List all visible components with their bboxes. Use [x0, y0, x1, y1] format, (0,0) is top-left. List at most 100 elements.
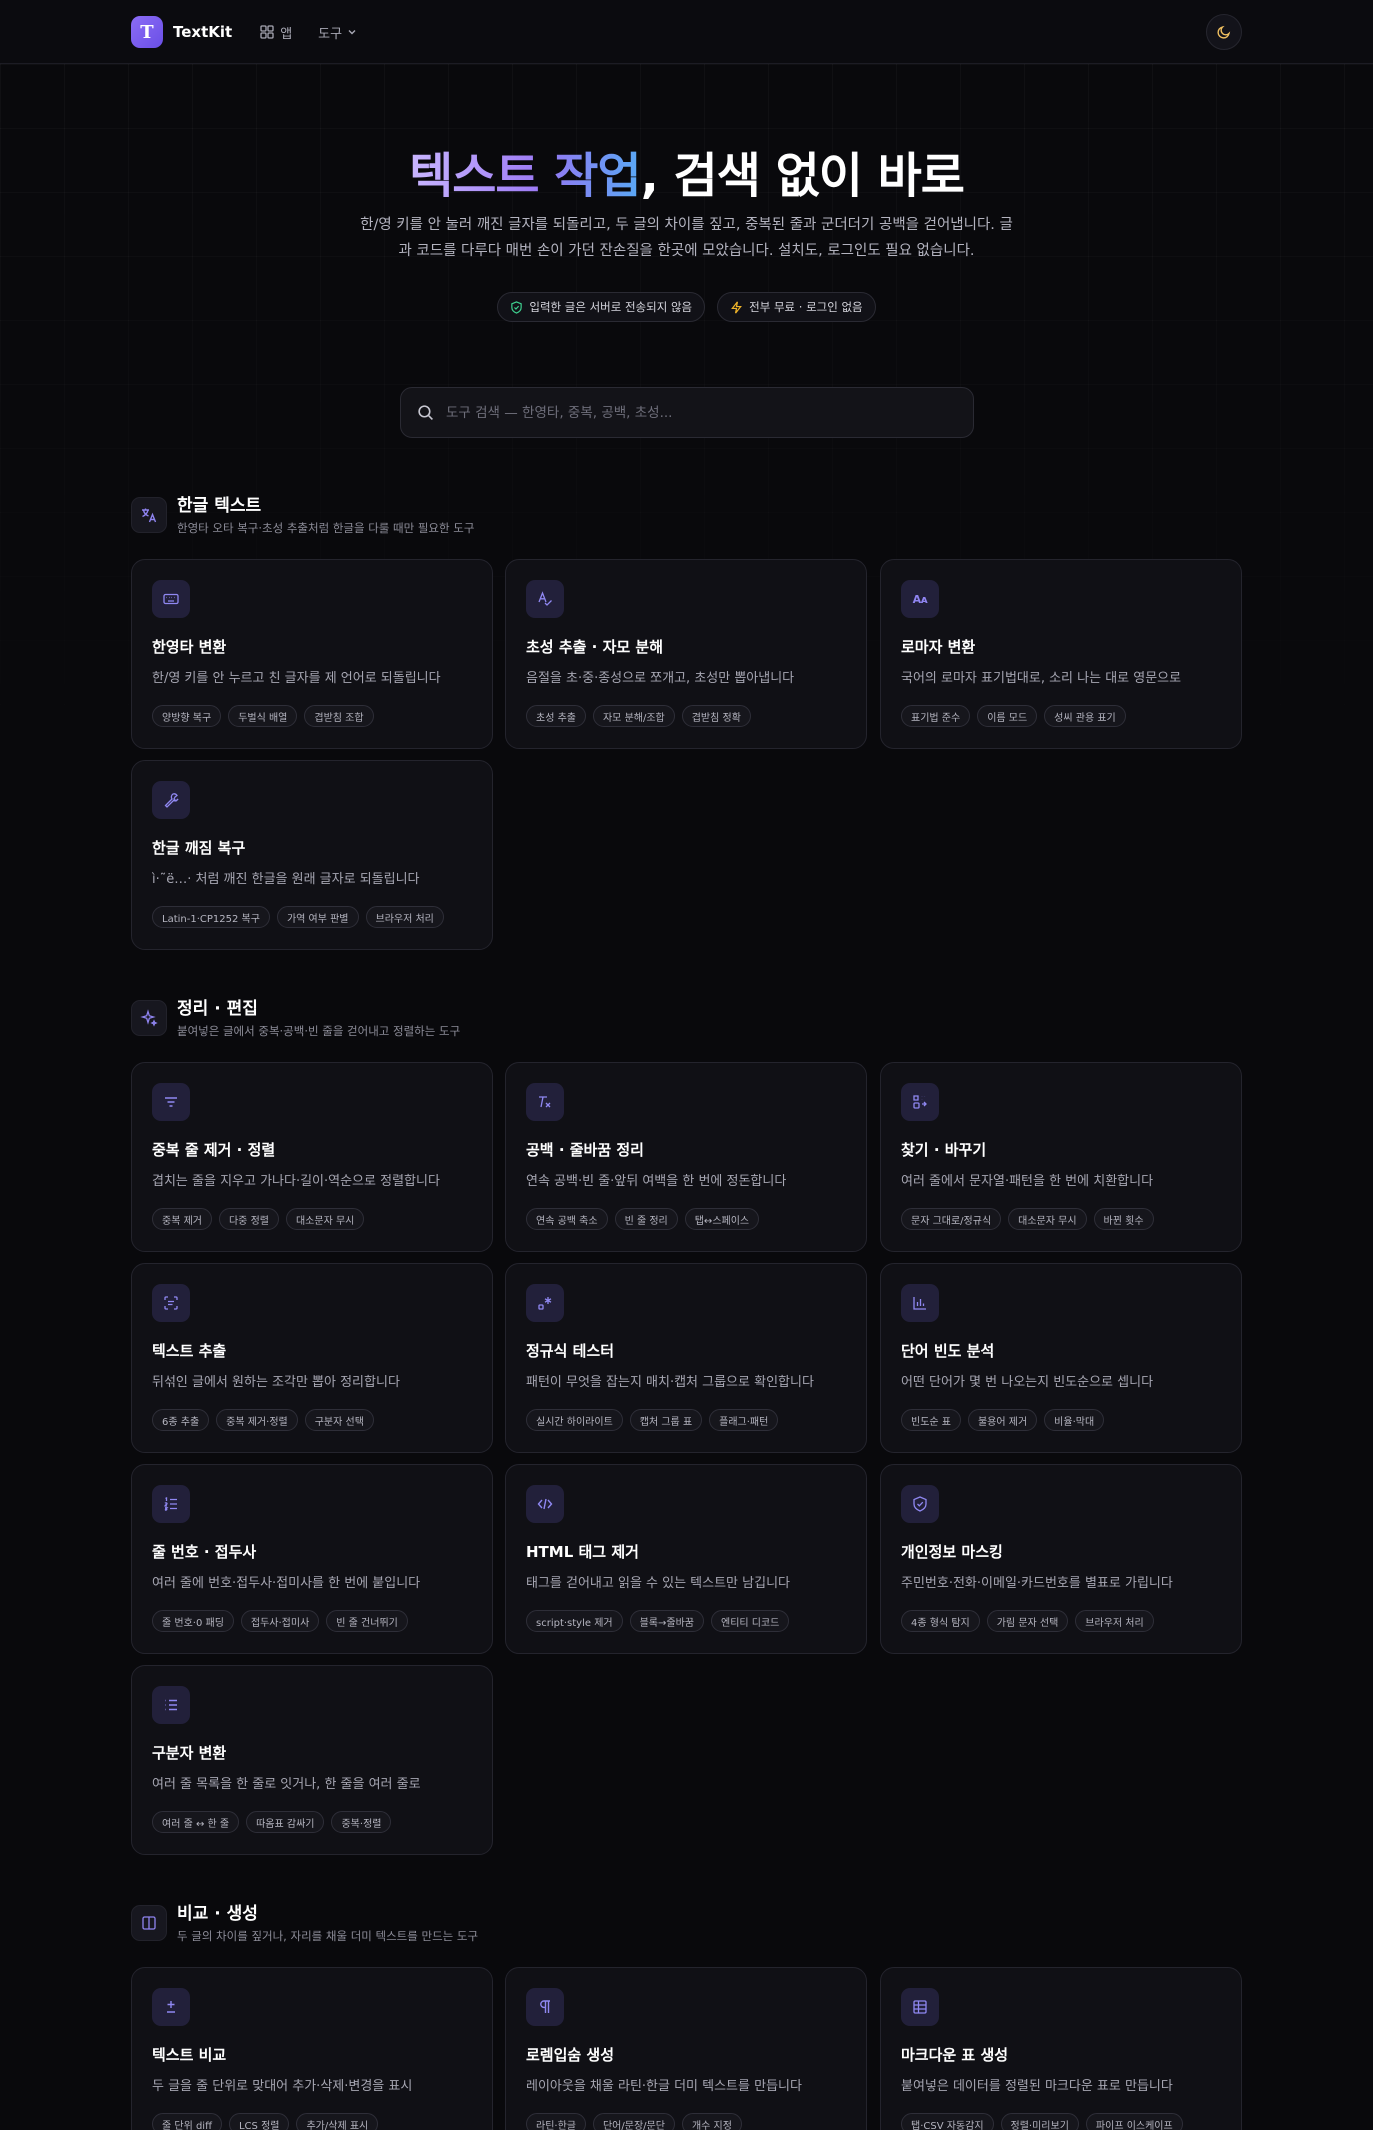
card-description: 패턴이 무엇을 잡는지 매치·캡처 그룹으로 확인합니다	[526, 1375, 814, 1390]
chevron-down-icon	[348, 30, 356, 35]
romanize-icon: Aᴀ	[901, 580, 939, 618]
moon-icon	[1217, 25, 1231, 39]
tag: 브라우저 처리	[1075, 1610, 1154, 1632]
tag: 구분자 선택	[304, 1409, 374, 1431]
card-tags: 연속 공백 축소 빈 줄 정리 탭↔스페이스	[526, 1208, 760, 1230]
grid-icon	[260, 25, 274, 39]
tag: 개수 지정	[681, 2113, 742, 2130]
tag: 추가/삭제 표시	[296, 2113, 379, 2130]
tag: 중복 제거	[152, 1208, 212, 1230]
tool-card-markdown-table[interactable]: 마크다운 표 생성 붙여넣은 데이터를 정렬된 마크다운 표로 만듭니다 탭·C…	[880, 1967, 1242, 2130]
tag: 가역 여부 판별	[276, 906, 359, 928]
card-tags: 탭·CSV 자동감지 정렬·미리보기 파이프 이스케이프	[901, 2113, 1183, 2130]
logo[interactable]: T	[131, 16, 163, 48]
tool-card-html-strip[interactable]: HTML 태그 제거 태그를 걷어내고 읽을 수 있는 텍스트만 남깁니다 sc…	[505, 1464, 867, 1654]
spellcheck-icon	[526, 580, 564, 618]
tool-card-text-diff[interactable]: 텍스트 비교 두 글을 줄 단위로 맞대어 추가·삭제·변경을 표시 줄 단위 …	[131, 1967, 493, 2130]
card-title: 로렘입숨 생성	[526, 2046, 615, 2064]
card-description: 어떤 단어가 몇 번 나오는지 빈도순으로 셉니다	[901, 1375, 1154, 1390]
tool-card-whitespace[interactable]: 공백 · 줄바꿈 정리 연속 공백·빈 줄·앞뒤 여백을 한 번에 정돈합니다 …	[505, 1062, 867, 1252]
section-subtitle: 한영타 오타 복구·초성 추출처럼 한글을 다룰 때만 필요한 도구	[177, 521, 475, 535]
section-title: 한글 텍스트	[177, 496, 262, 516]
tool-card-delimiter[interactable]: 구분자 변환 여러 줄 목록을 한 줄로 잇거나, 한 줄을 여러 줄로 여러 …	[131, 1665, 493, 1855]
tag: 빈도순 표	[901, 1409, 961, 1431]
card-tags: 4종 형식 탐지 가림 문자 선택 브라우저 처리	[901, 1610, 1154, 1632]
brand-name[interactable]: TextKit	[173, 23, 232, 41]
tag: 성씨 관용 표기	[1044, 705, 1126, 727]
tag: 파이프 이스케이프	[1085, 2113, 1183, 2130]
section-header-compare: 비교 · 생성 두 글의 차이를 짚거나, 자리를 채울 더미 텍스트를 만드는…	[131, 1903, 478, 1944]
tag: 단어/문장/문단	[592, 2113, 675, 2130]
tool-card-pii-masking[interactable]: 개인정보 마스킹 주민번호·전화·이메일·카드번호를 별표로 가립니다 4종 형…	[880, 1464, 1242, 1654]
tag: 문자 그대로/정규식	[901, 1208, 1002, 1230]
clear-format-icon	[526, 1083, 564, 1121]
filter-icon	[152, 1083, 190, 1121]
tool-card-extract[interactable]: 텍스트 추출 뒤섞인 글에서 원하는 조각만 뽑아 정리합니다 6종 추출 중복 …	[131, 1263, 493, 1453]
tag: 탭↔스페이스	[684, 1208, 760, 1230]
tag: 대소문자 무시	[1008, 1208, 1087, 1230]
tag: 따옴표 감싸기	[246, 1811, 325, 1833]
table-icon	[901, 1988, 939, 2026]
tool-card-word-frequency[interactable]: 단어 빈도 분석 어떤 단어가 몇 번 나오는지 빈도순으로 셉니다 빈도순 표…	[880, 1263, 1242, 1453]
card-tags: 문자 그대로/정규식 대소문자 무시 바뀐 횟수	[901, 1208, 1154, 1230]
card-tags: 초성 추출 자모 분해/조합 겹받침 정확	[526, 705, 751, 727]
tool-card-hanyeong[interactable]: 한영타 변환 한/영 키를 안 누르고 친 글자를 제 언어로 되돌립니다 양방…	[131, 559, 493, 749]
tool-card-romanize[interactable]: Aᴀ 로마자 변환 국어의 로마자 표기법대로, 소리 나는 대로 영문으로 표…	[880, 559, 1242, 749]
card-title: 찾기 · 바꾸기	[901, 1141, 987, 1159]
nav-apps[interactable]: 앱	[260, 23, 292, 42]
tag: 가림 문자 선택	[986, 1610, 1069, 1632]
card-description: 연속 공백·빈 줄·앞뒤 여백을 한 번에 정돈합니다	[526, 1174, 787, 1189]
tag: 불용어 제거	[967, 1409, 1038, 1431]
card-title: 마크다운 표 생성	[901, 2046, 1009, 2064]
tag: 바뀐 횟수	[1093, 1208, 1154, 1230]
tool-search-box[interactable]	[400, 387, 974, 438]
search-icon	[418, 405, 433, 420]
tag: 다중 정렬	[218, 1208, 279, 1230]
card-title: 정규식 테스터	[526, 1342, 615, 1360]
tag: 탭·CSV 자동감지	[901, 2113, 994, 2130]
hero-description: 한/영 키를 안 눌러 깨진 글자를 되돌리고, 두 글의 차이를 짚고, 중복…	[350, 212, 1023, 264]
card-tags: 빈도순 표 불용어 제거 비율·막대	[901, 1409, 1105, 1431]
card-title: 한영타 변환	[152, 638, 227, 656]
tool-card-dedupe[interactable]: 중복 줄 제거 · 정렬 겹치는 줄을 지우고 가나다·길이·역순으로 정렬합니…	[131, 1062, 493, 1252]
card-title: HTML 태그 제거	[526, 1543, 639, 1561]
tool-card-regex[interactable]: 정규식 테스터 패턴이 무엇을 잡는지 매치·캡처 그룹으로 확인합니다 실시간…	[505, 1263, 867, 1453]
card-description: 태그를 걷어내고 읽을 수 있는 텍스트만 남깁니다	[526, 1576, 790, 1591]
card-tags: Latin-1·CP1252 복구 가역 여부 판별 브라우저 처리	[152, 906, 444, 928]
sparkles-icon	[131, 1000, 167, 1036]
keyboard-icon	[152, 580, 190, 618]
tag: 두벌식 배열	[228, 705, 298, 727]
tag: 양방향 복구	[152, 705, 222, 727]
card-tags: 줄 단위 diff LCS 정렬 추가/삭제 표시	[152, 2113, 379, 2130]
tag: 플래그·패턴	[709, 1409, 779, 1431]
tool-card-lorem-ipsum[interactable]: 로렘입숨 생성 레이아웃을 채울 라틴·한글 더미 텍스트를 만듭니다 라틴·한…	[505, 1967, 867, 2130]
tag: 빈 줄 정리	[614, 1208, 678, 1230]
wrench-icon	[152, 781, 190, 819]
lightning-icon	[731, 301, 743, 313]
free-badge-label: 전부 무료 · 로그인 없음	[749, 300, 863, 314]
tag: 줄 단위 diff	[152, 2113, 222, 2130]
nav-tools-dropdown[interactable]: 도구	[318, 23, 357, 42]
tag: 자모 분해/조합	[592, 705, 675, 727]
search-input[interactable]	[446, 404, 946, 421]
card-description: 국어의 로마자 표기법대로, 소리 나는 대로 영문으로	[901, 671, 1182, 686]
tool-card-line-numbers[interactable]: 줄 번호 · 접두사 여러 줄에 번호·접두사·접미사를 한 번에 붙입니다 줄…	[131, 1464, 493, 1654]
tool-card-choseong[interactable]: 초성 추출 · 자모 분해 음절을 초·중·종성으로 쪼개고, 초성만 뽑아냅니…	[505, 559, 867, 749]
card-title: 단어 빈도 분석	[901, 1342, 995, 1360]
nav-tools-label: 도구	[318, 26, 343, 42]
theme-toggle-button[interactable]	[1206, 14, 1242, 50]
tool-card-find-replace[interactable]: 찾기 · 바꾸기 여러 줄에서 문자열·패턴을 한 번에 치환합니다 문자 그대…	[880, 1062, 1242, 1252]
card-tags: 줄 번호·0 패딩 접두사·접미사 빈 줄 건너뛰기	[152, 1610, 408, 1632]
tag: script·style 제거	[526, 1610, 623, 1632]
card-description: 붙여넣은 데이터를 정렬된 마크다운 표로 만듭니다	[901, 2079, 1173, 2094]
hero-desc-line1: 한/영 키를 안 눌러 깨진 글자를 되돌리고, 두 글의 차이를 짚고, 중복…	[360, 217, 1013, 233]
card-description: 음절을 초·중·종성으로 쪼개고, 초성만 뽑아냅니다	[526, 671, 795, 686]
hero-title-part1: 텍스트	[409, 148, 539, 204]
tag: 실시간 하이라이트	[526, 1409, 623, 1431]
card-description: 여러 줄 목록을 한 줄로 잇거나, 한 줄을 여러 줄로	[152, 1777, 421, 1792]
card-tags: 실시간 하이라이트 캡처 그룹 표 플래그·패턴	[526, 1409, 779, 1431]
tool-card-mojibake[interactable]: 한글 깨짐 복구 ì·˜ë…· 처럼 깨진 한글을 원래 글자로 되돌립니다 L…	[131, 760, 493, 950]
section-subtitle: 붙여넣은 글에서 중복·공백·빈 줄을 걷어내고 정렬하는 도구	[177, 1024, 461, 1038]
tag: 브라우저 처리	[365, 906, 444, 928]
tag: 6종 추출	[152, 1409, 210, 1431]
